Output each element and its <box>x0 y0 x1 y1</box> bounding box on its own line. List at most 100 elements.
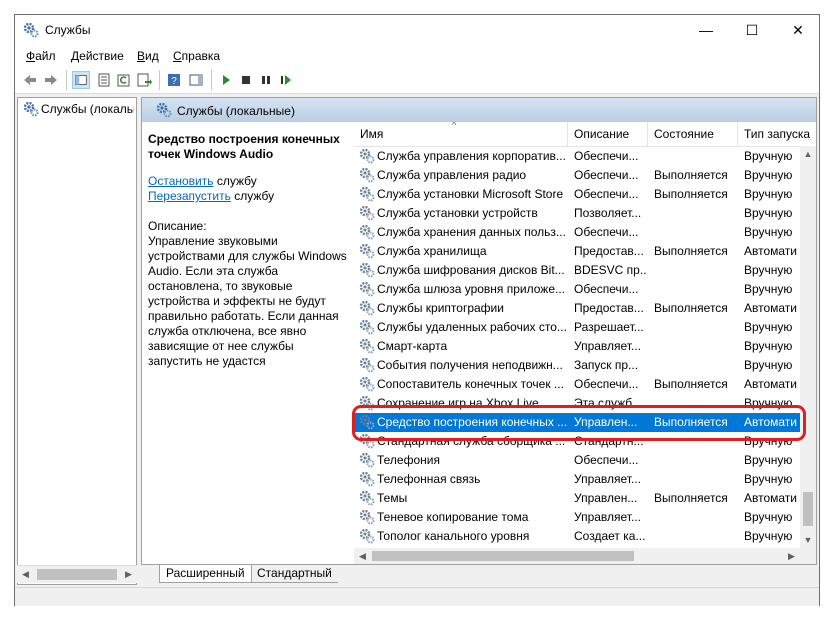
scroll-left-arrow-icon[interactable]: ◀ <box>354 548 371 564</box>
services-gear-icon <box>23 101 39 117</box>
services-gear-icon <box>156 102 172 118</box>
tab-extended[interactable]: Расширенный <box>159 565 252 583</box>
service-name: Службы криптографии <box>377 301 504 315</box>
service-startup-type: Вручную <box>744 282 793 296</box>
service-details: Средство построения конечных точек Windo… <box>148 132 348 369</box>
menu-file[interactable]: Файл <box>26 49 56 63</box>
back-arrow-icon[interactable] <box>21 71 39 89</box>
table-row[interactable]: Сопоставитель конечных точек ... Обеспечи… <box>354 375 800 394</box>
table-row[interactable]: Теневое копирование тома Управляет... Вруч… <box>354 508 800 527</box>
service-startup-type: Автомати <box>744 244 798 258</box>
service-startup-type: Вручную <box>744 187 793 201</box>
menu-view[interactable]: Вид <box>137 49 159 63</box>
show-action-pane-icon[interactable] <box>187 71 205 89</box>
title-bar[interactable]: Службы — ☐ ✕ <box>15 15 819 45</box>
service-gear-icon <box>359 376 375 392</box>
table-row[interactable]: Служба хранения данных польз... Обеспечи.… <box>354 223 800 242</box>
service-name: Службы удаленных рабочих сто... <box>377 320 567 334</box>
column-name[interactable]: Имя <box>354 122 568 146</box>
service-name: Служба шлюза уровня приложе... <box>377 282 566 296</box>
column-startup-type[interactable]: Тип запуска <box>738 122 816 146</box>
start-service-icon[interactable] <box>217 71 235 89</box>
horizontal-scroll-thumb[interactable] <box>372 551 634 561</box>
service-title: Средство построения конечных точек Windo… <box>148 132 340 161</box>
table-row[interactable]: Служба шлюза уровня приложе... Обеспечи..… <box>354 280 800 299</box>
export-list-icon[interactable] <box>135 71 153 89</box>
service-name: Служба установки Microsoft Store <box>377 187 564 201</box>
service-description: Обеспечи... <box>574 168 639 182</box>
service-description: Предостав... <box>574 244 644 258</box>
scroll-down-arrow-icon[interactable]: ▼ <box>800 532 816 548</box>
service-name: Служба управления корпоратив... <box>377 149 566 163</box>
list-horizontal-scrollbar[interactable]: ◀ ▶ <box>354 548 800 564</box>
forward-arrow-icon[interactable] <box>42 71 60 89</box>
service-startup-type: Вручную <box>744 358 793 372</box>
table-row[interactable]: Смарт-карта Управляет... Вручную <box>354 337 800 356</box>
table-row[interactable]: Служба установки Microsoft Store Обеспечи… <box>354 185 800 204</box>
table-row[interactable]: Служба управления корпоратив... Обеспечи.… <box>354 147 800 166</box>
service-startup-type: Автомати <box>744 491 798 505</box>
table-row[interactable]: Служба установки устройств Позволяет... Вр… <box>354 204 800 223</box>
service-description: Управляет... <box>574 339 641 353</box>
service-description: Позволяет... <box>574 206 642 220</box>
tab-standard[interactable]: Стандартный <box>251 565 338 583</box>
table-row[interactable]: Тополог канального уровня Создает ка... Вр… <box>354 527 800 546</box>
service-name: Телефонная связь <box>377 472 481 486</box>
menu-help[interactable]: Справка <box>173 49 220 63</box>
table-row[interactable]: События получения неподвижн... Запуск пр.… <box>354 356 800 375</box>
pause-service-icon[interactable] <box>257 71 275 89</box>
restart-suffix: службу <box>230 189 275 203</box>
restart-service-icon[interactable] <box>277 71 295 89</box>
service-gear-icon <box>359 186 375 202</box>
refresh-icon[interactable] <box>115 71 133 89</box>
stop-service-icon[interactable] <box>237 71 255 89</box>
table-row[interactable]: Служба хранилища Предостав... Выполняется А… <box>354 242 800 261</box>
stop-service-link[interactable]: Остановить <box>148 174 214 188</box>
properties-list-icon[interactable] <box>95 71 113 89</box>
tree-horizontal-scrollbar[interactable]: ◀ ▶ <box>17 565 137 583</box>
service-gear-icon <box>359 281 375 297</box>
menu-action[interactable]: Действие <box>71 49 124 63</box>
close-button[interactable]: ✕ <box>775 15 821 45</box>
service-description: Обеспечи... <box>574 453 639 467</box>
service-description: Обеспечи... <box>574 187 639 201</box>
scroll-right-arrow-icon[interactable]: ▶ <box>120 566 137 583</box>
panel-header: Службы (локальные) <box>142 98 816 122</box>
service-description: Управляет... <box>574 472 641 486</box>
scrollbar-corner <box>800 548 816 564</box>
column-description[interactable]: Описание <box>568 122 648 146</box>
minimize-button[interactable]: — <box>683 15 729 45</box>
table-row[interactable]: Службы удаленных рабочих сто... Разрешает… <box>354 318 800 337</box>
service-startup-type: Вручную <box>744 510 793 524</box>
services-panel: Службы (локальные) Средство построения к… <box>141 97 817 565</box>
show-hide-console-tree-icon[interactable] <box>72 71 90 89</box>
table-row[interactable]: Службы криптографии Предостав... Выполняет… <box>354 299 800 318</box>
table-row[interactable]: Служба шифрования дисков Bit... BDESVC пр… <box>354 261 800 280</box>
table-row[interactable]: Телефонная связь Управляет... Вручную <box>354 470 800 489</box>
list-vertical-scrollbar[interactable]: ▲ ▼ <box>800 146 816 548</box>
service-description: Обеспечи... <box>574 377 639 391</box>
service-description: BDESVC пр... <box>574 263 646 277</box>
table-row[interactable]: Служба управления радио Обеспечи... Выполн… <box>354 166 800 185</box>
service-description: Создает ка... <box>574 529 646 543</box>
service-name: Служба хранения данных польз... <box>377 225 566 239</box>
scroll-left-arrow-icon[interactable]: ◀ <box>17 566 34 583</box>
tree-node-services-local[interactable]: Службы (локальные) <box>21 101 134 117</box>
maximize-button[interactable]: ☐ <box>729 15 775 45</box>
service-startup-type: Вручную <box>744 339 793 353</box>
table-row[interactable]: Телефония Обеспечи... Вручную <box>354 451 800 470</box>
table-row[interactable]: Темы Управлен... Выполняется Автомати <box>354 489 800 508</box>
service-name: Тополог канального уровня <box>377 529 530 543</box>
service-gear-icon <box>359 224 375 240</box>
restart-service-link[interactable]: Перезапустить <box>148 189 231 203</box>
scroll-up-arrow-icon[interactable]: ▲ <box>800 146 816 162</box>
help-icon[interactable]: ? <box>165 71 183 89</box>
service-gear-icon <box>359 300 375 316</box>
scroll-right-arrow-icon[interactable]: ▶ <box>783 548 800 564</box>
tree-node-label: Службы (локальные) <box>41 102 134 116</box>
service-gear-icon <box>359 490 375 506</box>
scroll-thumb[interactable] <box>37 569 117 580</box>
service-name: Смарт-карта <box>377 339 448 353</box>
column-status[interactable]: Состояние <box>648 122 738 146</box>
vertical-scroll-thumb[interactable] <box>803 492 813 526</box>
